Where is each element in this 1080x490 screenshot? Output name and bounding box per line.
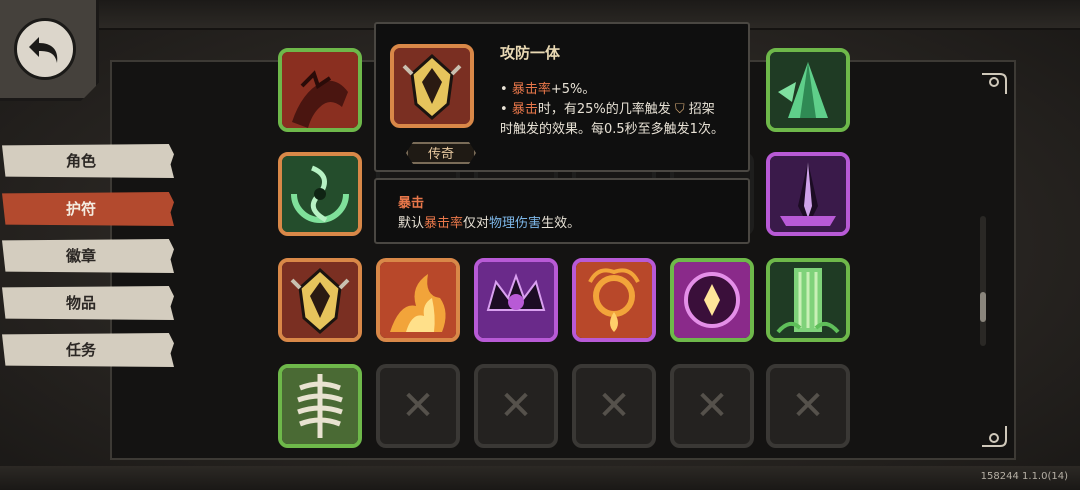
wind-swirl-icon[interactable] — [278, 152, 362, 236]
parry-shield-icon: ⛉ — [674, 102, 685, 117]
magic-gem-icon[interactable] — [670, 258, 754, 342]
tab-badges[interactable]: 徽章 — [2, 239, 174, 273]
close-icon: ✕ — [791, 383, 825, 429]
desc-text: 仅对 — [463, 216, 490, 231]
tooltip-line-2: • 暴击时，有25%的几率触发 ⛉ 招架 — [500, 102, 715, 117]
back-button[interactable] — [0, 0, 99, 101]
tooltip-line-1: • 暴击率+5%。 — [500, 82, 596, 97]
tooltip-text: +5%。 — [550, 82, 596, 97]
keyword-tooltip: 暴击 默认暴击率仅对物理伤害生效。 — [374, 178, 750, 244]
version-label: 158244 1.1.0(14) — [980, 471, 1068, 482]
desc-text: 生效。 — [541, 216, 581, 231]
tooltip-line-3: 时触发的效果。每0.5秒至多触发1次。 — [500, 122, 724, 137]
vine-waterfall-icon[interactable] — [766, 258, 850, 342]
keyword-description: 默认暴击率仅对物理伤害生效。 — [398, 212, 580, 231]
tab-label: 任务 — [66, 341, 97, 359]
tooltip-title: 攻防一体 — [500, 44, 561, 62]
empty-slot[interactable]: ✕ — [376, 364, 460, 448]
tab-label: 徽章 — [66, 247, 97, 265]
close-icon: ✕ — [499, 383, 533, 429]
close-icon: ✕ — [401, 383, 435, 429]
crit-keyword: 暴击 — [511, 102, 538, 117]
bone-ribcage-icon[interactable] — [278, 364, 362, 448]
bottom-frame — [0, 466, 1080, 490]
tooltip-text: 时，有25%的几率触发 — [537, 102, 671, 117]
desc-text: 默认 — [398, 216, 425, 231]
empty-slot[interactable]: ✕ — [474, 364, 558, 448]
crit-rate-keyword: 暴击率 — [511, 82, 551, 97]
tab-items[interactable]: 物品 — [2, 286, 174, 320]
fire-ring-icon[interactable] — [572, 258, 656, 342]
flame-icon[interactable] — [376, 258, 460, 342]
tooltip-text: 招架 — [688, 102, 715, 117]
tab-quests[interactable]: 任务 — [2, 333, 174, 367]
rarity-badge: 传奇 — [406, 142, 476, 164]
crown-icon[interactable] — [474, 258, 558, 342]
jade-crystal-icon[interactable] — [766, 48, 850, 132]
purple-blade-icon[interactable] — [766, 152, 850, 236]
physical-damage-keyword: 物理伤害 — [489, 216, 542, 231]
tab-label: 物品 — [66, 294, 97, 312]
helmet-icon — [390, 44, 474, 128]
back-arrow-icon — [14, 18, 76, 80]
scrollbar-track[interactable] — [980, 216, 986, 346]
close-icon: ✕ — [597, 383, 631, 429]
empty-slot[interactable]: ✕ — [766, 364, 850, 448]
crit-rate-keyword: 暴击率 — [424, 216, 464, 231]
close-icon: ✕ — [695, 383, 729, 429]
empty-slot[interactable]: ✕ — [670, 364, 754, 448]
tab-label: 护符 — [66, 200, 97, 218]
tab-character[interactable]: 角色 — [2, 144, 174, 178]
corner-ornament-icon — [982, 426, 1007, 447]
tab-label: 角色 — [66, 152, 97, 170]
charm-tooltip: 攻防一体 • 暴击率+5%。 • 暴击时，有25%的几率触发 ⛉ 招架 时触发的… — [374, 22, 750, 172]
corner-ornament-icon — [982, 73, 1007, 94]
empty-slot[interactable]: ✕ — [572, 364, 656, 448]
golden-helmet-icon[interactable] — [278, 258, 362, 342]
tab-charms[interactable]: 护符 — [2, 192, 174, 226]
scrollbar-thumb[interactable] — [980, 292, 986, 322]
keyword-title: 暴击 — [398, 196, 425, 211]
claw-charm-icon[interactable] — [278, 48, 362, 132]
